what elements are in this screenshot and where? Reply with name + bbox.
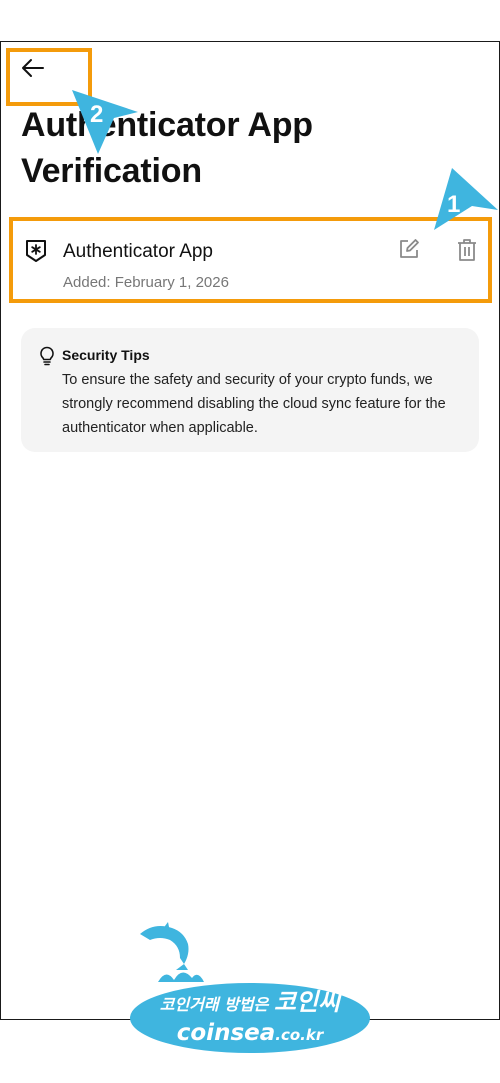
step-2-pointer xyxy=(72,90,138,154)
watermark-url: coinsea.co.kr xyxy=(176,1020,324,1046)
security-tips-text: To ensure the safety and security of you… xyxy=(62,372,446,436)
step-2-label: 2 xyxy=(90,101,104,128)
lightbulb-icon xyxy=(40,346,54,366)
security-tips-title: Security Tips xyxy=(62,347,150,363)
security-tips-box: Security Tips To ensure the safety and s… xyxy=(21,328,479,452)
highlight-authenticator-item xyxy=(9,217,492,303)
step-1-label: 1 xyxy=(447,191,461,218)
dolphin-logo xyxy=(140,922,204,982)
step-1-pointer xyxy=(434,168,498,230)
coinsea-watermark: 코인거래 방법은 코인씨 coinsea.co.kr xyxy=(130,920,375,1060)
watermark-korean: 코인거래 방법은 코인씨 xyxy=(159,988,341,1016)
